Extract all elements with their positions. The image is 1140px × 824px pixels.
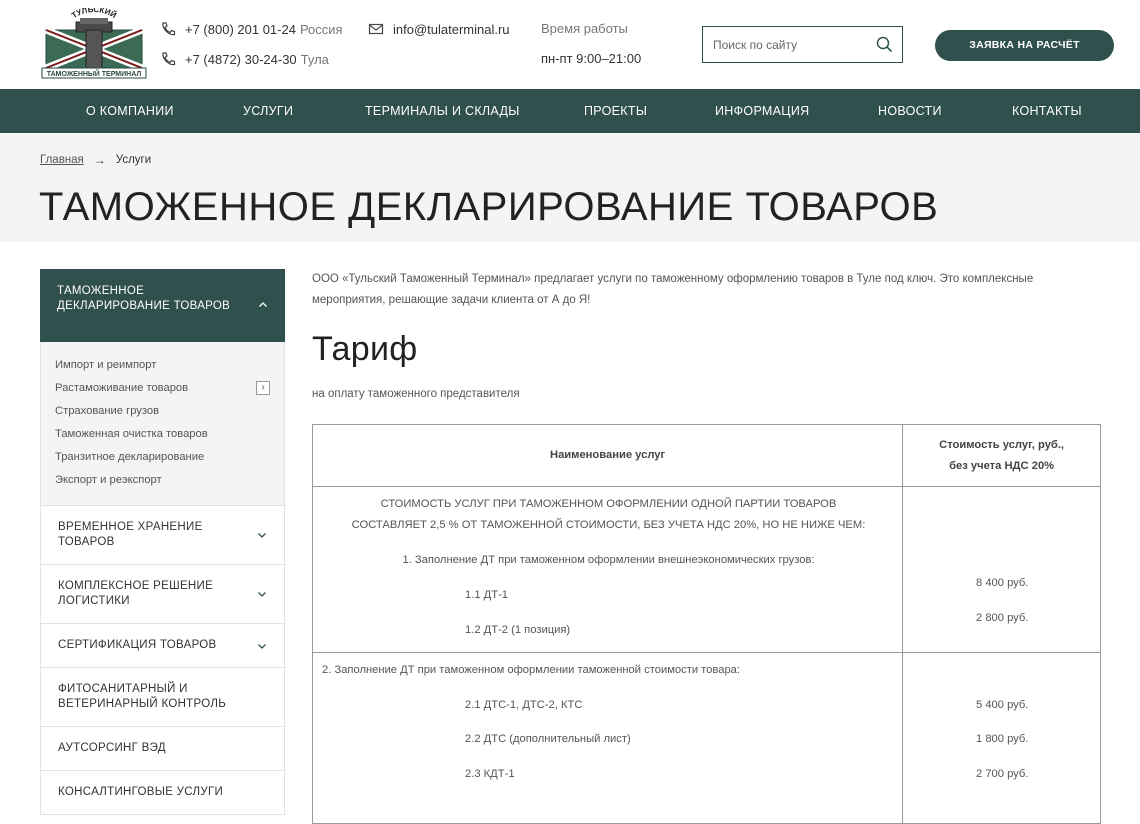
tariff-table: Наименование услуг Стоимость услуг, руб.…	[311, 424, 1101, 824]
breadcrumb: Главная → Услуги	[40, 153, 151, 167]
search-input[interactable]	[703, 27, 863, 62]
phone-number: +7 (4872) 30-24-30	[185, 51, 297, 67]
main-content: ООО «Тульский Таможенный Терминал» предл…	[312, 269, 1101, 400]
sidebar-subitem-label: Страхование грузов	[55, 405, 160, 417]
sidebar-subitem-label: Таможенная очистка товаров	[55, 428, 208, 440]
phone-russia[interactable]: +7 (800) 201 01-24 Россия	[160, 21, 343, 37]
table-header-price: Стоимость услуг, руб., без учета НДС 20%	[902, 424, 1101, 487]
header-label: Наименование услуг	[550, 449, 666, 461]
sidebar-item-label: АУТСОРСИНГ ВЭД	[58, 742, 166, 754]
chevron-down-icon[interactable]	[257, 589, 267, 599]
table-item-name: 1.1 ДТ-1	[465, 589, 509, 601]
header-label: Стоимость услуг, руб.,	[939, 438, 1065, 451]
breadcrumb-arrow-icon: →	[93, 153, 106, 167]
mail-icon	[368, 23, 384, 35]
email-address: info@tulaterminal.ru	[393, 21, 510, 37]
sidebar-subitem-label: Импорт и реимпорт	[55, 359, 157, 371]
sidebar-item-phytosanitary[interactable]: ФИТОСАНИТАРНЫЙ И ВЕТЕРИНАРНЫЙ КОНТРОЛЬ	[40, 668, 285, 727]
table-cell-price: 8 400 руб. 2 800 руб.	[902, 486, 1101, 653]
main-nav: О КОМПАНИИ УСЛУГИ ТЕРМИНАЛЫ И СКЛАДЫ ПРО…	[0, 89, 1140, 133]
sidebar-item-label: ТАМОЖЕННОЕ ДЕКЛАРИРОВАНИЕ ТОВАРОВ	[57, 285, 231, 312]
table-cell-price: 5 400 руб. 1 800 руб. 2 700 руб.	[902, 652, 1101, 824]
table-section-title: 1. Заполнение ДТ при таможенном оформлен…	[402, 554, 815, 566]
nav-item-information[interactable]: ИНФОРМАЦИЯ	[715, 89, 809, 133]
sidebar-item-label: СЕРТИФИКАЦИЯ ТОВАРОВ	[58, 639, 217, 651]
email-link[interactable]: info@tulaterminal.ru	[368, 21, 510, 37]
search-icon[interactable]	[876, 36, 893, 53]
phone-tula[interactable]: +7 (4872) 30-24-30 Тула	[160, 51, 329, 67]
sidebar-subitem-transit[interactable]: Транзитное декларирование	[55, 449, 270, 472]
sidebar-item-outsourcing[interactable]: АУТСОРСИНГ ВЭД	[40, 727, 285, 771]
tariff-subtitle: на оплату таможенного представителя	[312, 388, 520, 400]
table-cell-service: СТОИМОСТЬ УСЛУГ ПРИ ТАМОЖЕННОМ ОФОРМЛЕНИ…	[311, 486, 904, 653]
table-header-service: Наименование услуг	[311, 424, 904, 487]
table-item-price: 2 800 руб.	[975, 612, 1029, 624]
sidebar-subitem-label: Транзитное декларирование	[55, 451, 205, 463]
sidebar-item-label: ВРЕМЕННОЕ ХРАНЕНИЕ ТОВАРОВ	[58, 521, 203, 548]
services-sidebar: ТАМОЖЕННОЕ ДЕКЛАРИРОВАНИЕ ТОВАРОВ Импорт…	[40, 269, 285, 815]
header-label: без учета НДС 20%	[949, 459, 1055, 472]
sidebar-subitem-customs-clearing[interactable]: Таможенная очистка товаров	[55, 426, 270, 449]
sidebar-item-certification[interactable]: СЕРТИФИКАЦИЯ ТОВАРОВ	[40, 624, 285, 668]
sidebar-item-label: КОМПЛЕКСНОЕ РЕШЕНИЕ ЛОГИСТИКИ	[58, 580, 214, 607]
page-title: ТАМОЖЕННОЕ ДЕКЛАРИРОВАНИЕ ТОВАРОВ	[39, 185, 939, 229]
table-item-name: 2.2 ДТС (дополнительный лист)	[465, 733, 631, 745]
chevron-up-icon[interactable]	[258, 300, 268, 310]
nav-item-projects[interactable]: ПРОЕКТЫ	[584, 89, 647, 133]
table-item-price: 5 400 руб.	[975, 699, 1029, 711]
breadcrumb-home-link[interactable]: Главная	[40, 154, 84, 166]
work-hours-label: Время работы	[541, 21, 628, 36]
sidebar-subitem-label: Экспорт и реэкспорт	[55, 474, 162, 486]
sidebar-item-customs-declaration[interactable]: ТАМОЖЕННОЕ ДЕКЛАРИРОВАНИЕ ТОВАРОВ	[40, 269, 285, 342]
nav-item-news[interactable]: НОВОСТИ	[878, 89, 942, 133]
sidebar-item-logistics[interactable]: КОМПЛЕКСНОЕ РЕШЕНИЕ ЛОГИСТИКИ	[40, 565, 285, 624]
sidebar-subitem-export[interactable]: Экспорт и реэкспорт	[55, 472, 270, 488]
sidebar-item-label: ФИТОСАНИТАРНЫЙ И ВЕТЕРИНАРНЫЙ КОНТРОЛЬ	[58, 683, 227, 710]
table-header-row: Наименование услуг Стоимость услуг, руб.…	[311, 424, 1101, 487]
table-item-name: 2.1 ДТС-1, ДТС-2, КТС	[465, 699, 583, 711]
sidebar-item-storage[interactable]: ВРЕМЕННОЕ ХРАНЕНИЕ ТОВАРОВ	[40, 505, 285, 565]
company-logo[interactable]: ТУЛЬСКИЙ ТАМОЖЕННЫЙ ТЕРМИНАЛ	[40, 8, 148, 83]
sidebar-subitem-label: Растаможивание товаров	[55, 382, 189, 394]
phone-icon	[162, 22, 176, 36]
table-item-name: 2.3 КДТ-1	[465, 768, 515, 780]
table-item-price: 8 400 руб.	[975, 577, 1029, 589]
search-box	[702, 26, 903, 63]
nav-item-contacts[interactable]: КОНТАКТЫ	[1012, 89, 1082, 133]
table-item-price: 1 800 руб.	[975, 733, 1029, 745]
request-quote-button[interactable]: ЗАЯВКА НА РАСЧЁТ	[935, 30, 1114, 61]
phone-region: Тула	[300, 51, 329, 67]
sidebar-subitem-clearance[interactable]: Растаможивание товаров ›	[55, 380, 270, 403]
sidebar-item-label: КОНСАЛТИНГОВЫЕ УСЛУГИ	[58, 786, 224, 798]
table-cell-service: 2. Заполнение ДТ при таможенном оформлен…	[311, 652, 904, 824]
phone-region: Россия	[299, 21, 343, 37]
nav-item-services[interactable]: УСЛУГИ	[243, 89, 293, 133]
title-band: Главная → Услуги ТАМОЖЕННОЕ ДЕКЛАРИРОВАН…	[0, 133, 1140, 242]
sidebar-submenu: Импорт и реимпорт Растаможивание товаров…	[40, 342, 285, 505]
sidebar-subitem-import[interactable]: Импорт и реимпорт	[55, 357, 270, 380]
table-row: СТОИМОСТЬ УСЛУГ ПРИ ТАМОЖЕННОМ ОФОРМЛЕНИ…	[311, 486, 1101, 653]
site-header: ТУЛЬСКИЙ ТАМОЖЕННЫЙ ТЕРМИНАЛ +7 (800) 20…	[0, 0, 1140, 89]
nav-item-about[interactable]: О КОМПАНИИ	[86, 89, 174, 133]
intro-text: ООО «Тульский Таможенный Терминал» предл…	[312, 273, 1034, 306]
table-caption: СТОИМОСТЬ УСЛУГ ПРИ ТАМОЖЕННОМ ОФОРМЛЕНИ…	[380, 498, 837, 510]
table-caption: СОСТАВЛЯЕТ 2,5 % ОТ ТАМОЖЕННОЙ СТОИМОСТИ…	[351, 519, 866, 531]
sidebar-item-consulting[interactable]: КОНСАЛТИНГОВЫЕ УСЛУГИ	[40, 771, 285, 815]
table-row: 2. Заполнение ДТ при таможенном оформлен…	[311, 652, 1101, 824]
chevron-right-icon[interactable]: ›	[256, 381, 270, 395]
table-item-price: 2 700 руб.	[975, 768, 1029, 780]
nav-item-terminals[interactable]: ТЕРМИНАЛЫ И СКЛАДЫ	[365, 89, 520, 133]
phone-number: +7 (800) 201 01-24	[185, 21, 296, 37]
phone-icon	[162, 52, 176, 66]
tariff-heading: Тариф	[312, 330, 418, 368]
chevron-down-icon[interactable]	[257, 641, 267, 651]
logo-caption: ТАМОЖЕННЫЙ ТЕРМИНАЛ	[47, 69, 142, 78]
sidebar-subitem-insurance[interactable]: Страхование грузов	[55, 403, 270, 426]
table-item-name: 1.2 ДТ-2 (1 позиция)	[465, 624, 571, 636]
breadcrumb-current: Услуги	[115, 154, 152, 166]
table-section-title: 2. Заполнение ДТ при таможенном оформлен…	[322, 664, 740, 676]
work-hours-value: пн-пт 9:00–21:00	[541, 51, 642, 66]
chevron-down-icon[interactable]	[257, 530, 267, 540]
